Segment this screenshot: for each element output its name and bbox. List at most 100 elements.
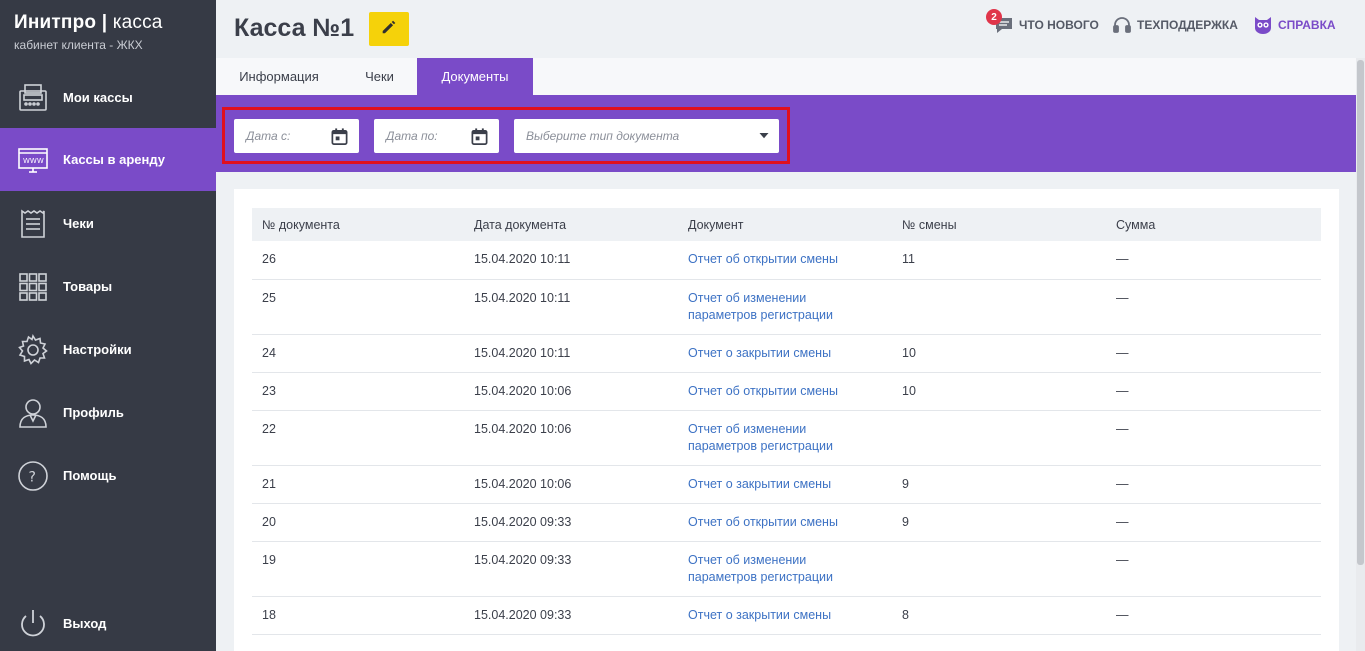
- monitor-www-icon: WWW: [16, 143, 50, 177]
- whats-new-label: ЧТО НОВОГО: [1019, 18, 1099, 32]
- doc-sum: —: [1106, 596, 1321, 635]
- table-row: 20 15.04.2020 09:33 Отчет об открытии см…: [252, 503, 1321, 542]
- document-link[interactable]: Отчет о закрытии смены: [688, 346, 831, 360]
- sidebar-item-my-kassy[interactable]: Мои кассы: [0, 66, 216, 129]
- shift-number: 9: [892, 503, 1106, 542]
- sidebar-item-kassy-rent[interactable]: WWW Кассы в аренду: [0, 128, 216, 191]
- document-link[interactable]: Отчет об открытии смены: [688, 515, 838, 529]
- date-from-field[interactable]: Дата с:: [234, 119, 359, 153]
- shift-number: [892, 541, 1106, 597]
- document-link-line: параметров регистрации: [688, 307, 833, 322]
- document-link[interactable]: Отчет о закрытии смены: [688, 477, 831, 491]
- sidebar-item-label: Чеки: [63, 216, 94, 231]
- svg-text:?: ?: [29, 469, 36, 485]
- support-label: ТЕХПОДДЕРЖКА: [1137, 18, 1238, 32]
- document-link-line: Отчет об изменении: [688, 552, 807, 567]
- document-link-line: параметров регистрации: [688, 569, 833, 584]
- edit-title-button[interactable]: [369, 12, 409, 46]
- column-header: Дата документа: [474, 217, 567, 232]
- doc-sum: —: [1106, 503, 1321, 542]
- scrollbar-thumb[interactable]: [1357, 60, 1364, 565]
- doc-number: 23: [252, 372, 464, 411]
- document-link-line: Отчет об изменении: [688, 421, 807, 436]
- document-link[interactable]: Отчет об открытии смены: [688, 384, 838, 398]
- tab-receipts[interactable]: Чеки: [342, 58, 417, 95]
- table-header-row: № документа Дата документа Документ № см…: [252, 208, 1321, 241]
- cash-register-icon: [16, 81, 50, 115]
- shift-number: 9: [892, 465, 1106, 504]
- logout-button[interactable]: Выход: [0, 592, 216, 651]
- doc-number: 25: [252, 279, 464, 335]
- sidebar-item-label: Профиль: [63, 405, 124, 420]
- document-link[interactable]: Отчет об открытии смены: [688, 252, 838, 266]
- doc-sum: —: [1106, 372, 1321, 411]
- sidebar-item-help[interactable]: ? Помощь: [0, 444, 216, 507]
- brand: Инитпро | касса кабинет клиента - ЖКХ: [0, 0, 216, 64]
- caret-down-icon: [759, 133, 769, 139]
- sidebar-item-profile[interactable]: Профиль: [0, 381, 216, 444]
- document-link-line: параметров регистрации: [688, 438, 833, 453]
- shift-number: 11: [892, 241, 1106, 280]
- documents-table: № документа Дата документа Документ № см…: [252, 208, 1321, 635]
- doc-date: 15.04.2020 10:11: [464, 279, 678, 335]
- table-row: 21 15.04.2020 10:06 Отчет о закрытии сме…: [252, 465, 1321, 504]
- sidebar-item-label: Настройки: [63, 342, 132, 357]
- sidebar-item-tovary[interactable]: Товары: [0, 255, 216, 318]
- help-link[interactable]: СПРАВКА: [1253, 14, 1336, 36]
- doc-date: 15.04.2020 10:06: [464, 372, 678, 411]
- date-to-placeholder: Дата по:: [386, 129, 438, 143]
- document-link[interactable]: Отчет о закрытии смены: [688, 608, 831, 622]
- documents-card: № документа Дата документа Документ № см…: [234, 189, 1339, 651]
- doc-number: 20: [252, 503, 464, 542]
- whats-new-link[interactable]: 2 ЧТО НОВОГО: [986, 9, 1099, 36]
- doc-date: 15.04.2020 10:11: [464, 241, 678, 280]
- document-link-line: Отчет об изменении: [688, 290, 807, 305]
- table-row: 19 15.04.2020 09:33 Отчет об изменении па…: [252, 541, 1321, 597]
- brand-title-sep: |: [96, 12, 113, 33]
- sidebar-item-label: Товары: [63, 279, 113, 294]
- sidebar-item-cheki[interactable]: Чеки: [0, 192, 216, 255]
- sidebar-item-label: Помощь: [63, 468, 117, 483]
- document-link[interactable]: Отчет об изменении параметров регистрации: [688, 291, 833, 322]
- grid-icon: [16, 270, 50, 304]
- page-scrollbar[interactable]: [1356, 58, 1365, 651]
- support-link[interactable]: ТЕХПОДДЕРЖКА: [1112, 14, 1238, 36]
- table-row: 25 15.04.2020 10:11 Отчет об изменении па…: [252, 279, 1321, 335]
- column-header: № документа: [262, 217, 340, 232]
- document-link[interactable]: Отчет об изменении параметров регистрации: [688, 422, 833, 453]
- shift-number: 8: [892, 596, 1106, 635]
- shift-number: 10: [892, 372, 1106, 411]
- brand-title-thin: касса: [112, 12, 163, 33]
- date-to-field[interactable]: Дата по:: [374, 119, 499, 153]
- doc-date: 15.04.2020 09:33: [464, 503, 678, 542]
- doc-date: 15.04.2020 09:33: [464, 541, 678, 597]
- doc-cell: Отчет о закрытии смены: [678, 596, 892, 635]
- shift-number: [892, 279, 1106, 335]
- sidebar-item-settings[interactable]: Настройки: [0, 318, 216, 381]
- calendar-icon: [330, 127, 349, 146]
- gear-icon: [16, 333, 50, 367]
- document-type-select[interactable]: Выберите тип документа: [514, 119, 779, 153]
- tab-documents[interactable]: Документы: [417, 58, 533, 95]
- tab-information[interactable]: Информация: [216, 58, 342, 95]
- doc-cell: Отчет о закрытии смены: [678, 334, 892, 373]
- sidebar: Инитпро | касса кабинет клиента - ЖКХ Мо…: [0, 0, 216, 651]
- doc-number: 18: [252, 596, 464, 635]
- document-link[interactable]: Отчет об изменении параметров регистрации: [688, 553, 833, 584]
- shift-number: 10: [892, 334, 1106, 373]
- doc-cell: Отчет об открытии смены: [678, 503, 892, 542]
- page-title: Касса №1: [234, 14, 355, 42]
- column-header: Сумма: [1116, 217, 1156, 232]
- brand-title: Инитпро | касса: [14, 12, 216, 34]
- header: Касса №1 2 ЧТО НОВОГО ТЕХПОДДЕРЖКА СПРАВ…: [216, 0, 1365, 58]
- brand-subtitle: кабинет клиента - ЖКХ: [14, 38, 143, 52]
- calendar-icon: [470, 127, 489, 146]
- sidebar-item-label: Мои кассы: [63, 90, 133, 105]
- table-row: 22 15.04.2020 10:06 Отчет об изменении па…: [252, 410, 1321, 466]
- doc-number: 24: [252, 334, 464, 373]
- doc-cell: Отчет об изменении параметров регистрации: [678, 410, 892, 466]
- doc-sum: —: [1106, 410, 1321, 466]
- sidebar-item-label: Кассы в аренду: [63, 152, 165, 167]
- doc-sum: —: [1106, 279, 1321, 335]
- chat-icon: 2: [986, 9, 1019, 35]
